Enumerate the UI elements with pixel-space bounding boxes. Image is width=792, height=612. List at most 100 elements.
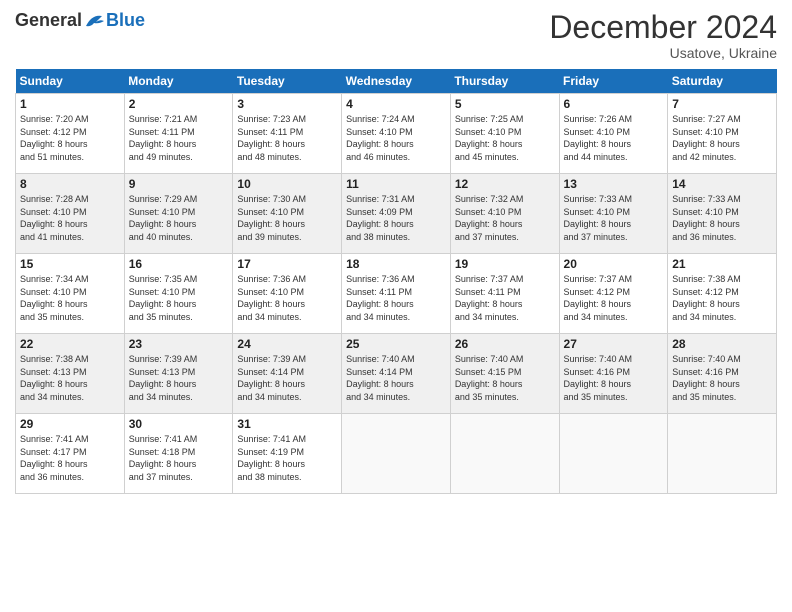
cell-info: Sunrise: 7:36 AMSunset: 4:11 PMDaylight:…	[346, 273, 446, 323]
cell-info: Sunrise: 7:36 AMSunset: 4:10 PMDaylight:…	[237, 273, 337, 323]
day-number: 12	[455, 177, 555, 191]
day-number: 29	[20, 417, 120, 431]
day-number: 30	[129, 417, 229, 431]
header-thursday: Thursday	[450, 69, 559, 94]
cell-info: Sunrise: 7:38 AMSunset: 4:12 PMDaylight:…	[672, 273, 772, 323]
day-number: 10	[237, 177, 337, 191]
calendar-cell: 8 Sunrise: 7:28 AMSunset: 4:10 PMDaylight…	[16, 174, 125, 254]
calendar-cell: 20 Sunrise: 7:37 AMSunset: 4:12 PMDayligh…	[559, 254, 668, 334]
cell-info: Sunrise: 7:31 AMSunset: 4:09 PMDaylight:…	[346, 193, 446, 243]
calendar-cell: 1 Sunrise: 7:20 AMSunset: 4:12 PMDaylight…	[16, 94, 125, 174]
calendar-cell: 31 Sunrise: 7:41 AMSunset: 4:19 PMDayligh…	[233, 414, 342, 494]
calendar-cell: 11 Sunrise: 7:31 AMSunset: 4:09 PMDayligh…	[342, 174, 451, 254]
calendar-cell: 15 Sunrise: 7:34 AMSunset: 4:10 PMDayligh…	[16, 254, 125, 334]
header: General Blue December 2024 Usatove, Ukra…	[15, 10, 777, 61]
calendar-cell: 7 Sunrise: 7:27 AMSunset: 4:10 PMDaylight…	[668, 94, 777, 174]
day-number: 20	[564, 257, 664, 271]
calendar-cell: 17 Sunrise: 7:36 AMSunset: 4:10 PMDayligh…	[233, 254, 342, 334]
day-number: 16	[129, 257, 229, 271]
day-number: 8	[20, 177, 120, 191]
calendar-cell: 13 Sunrise: 7:33 AMSunset: 4:10 PMDayligh…	[559, 174, 668, 254]
day-number: 19	[455, 257, 555, 271]
cell-info: Sunrise: 7:40 AMSunset: 4:14 PMDaylight:…	[346, 353, 446, 403]
day-number: 2	[129, 97, 229, 111]
cell-info: Sunrise: 7:26 AMSunset: 4:10 PMDaylight:…	[564, 113, 664, 163]
day-number: 5	[455, 97, 555, 111]
header-wednesday: Wednesday	[342, 69, 451, 94]
week-row-4: 22Sunrise: 7:38 AMSunset: 4:13 PMDayligh…	[16, 334, 777, 414]
cell-info: Sunrise: 7:37 AMSunset: 4:11 PMDaylight:…	[455, 273, 555, 323]
day-number: 23	[129, 337, 229, 351]
day-number: 7	[672, 97, 772, 111]
header-sunday: Sunday	[16, 69, 125, 94]
day-number: 11	[346, 177, 446, 191]
calendar-cell: 25 Sunrise: 7:40 AMSunset: 4:14 PMDayligh…	[342, 334, 451, 414]
cell-info: Sunrise: 7:40 AMSunset: 4:16 PMDaylight:…	[564, 353, 664, 403]
day-number: 15	[20, 257, 120, 271]
calendar-cell: 29 Sunrise: 7:41 AMSunset: 4:17 PMDayligh…	[16, 414, 125, 494]
cell-info: Sunrise: 7:41 AMSunset: 4:19 PMDaylight:…	[237, 433, 337, 483]
logo-general-text: General	[15, 10, 82, 31]
cell-info: Sunrise: 7:21 AMSunset: 4:11 PMDaylight:…	[129, 113, 229, 163]
calendar-cell: 24Sunrise: 7:39 AMSunset: 4:14 PMDayligh…	[233, 334, 342, 414]
calendar-cell: 27 Sunrise: 7:40 AMSunset: 4:16 PMDayligh…	[559, 334, 668, 414]
cell-info: Sunrise: 7:25 AMSunset: 4:10 PMDaylight:…	[455, 113, 555, 163]
cell-info: Sunrise: 7:20 AMSunset: 4:12 PMDaylight:…	[20, 113, 120, 163]
cell-info: Sunrise: 7:28 AMSunset: 4:10 PMDaylight:…	[20, 193, 120, 243]
cell-info: Sunrise: 7:37 AMSunset: 4:12 PMDaylight:…	[564, 273, 664, 323]
calendar-table: Sunday Monday Tuesday Wednesday Thursday…	[15, 69, 777, 494]
header-friday: Friday	[559, 69, 668, 94]
day-number: 14	[672, 177, 772, 191]
cell-info: Sunrise: 7:41 AMSunset: 4:17 PMDaylight:…	[20, 433, 120, 483]
day-number: 13	[564, 177, 664, 191]
week-row-5: 29 Sunrise: 7:41 AMSunset: 4:17 PMDayligh…	[16, 414, 777, 494]
day-number: 21	[672, 257, 772, 271]
calendar-cell: 6Sunrise: 7:26 AMSunset: 4:10 PMDaylight…	[559, 94, 668, 174]
calendar-cell: 14 Sunrise: 7:33 AMSunset: 4:10 PMDayligh…	[668, 174, 777, 254]
cell-info: Sunrise: 7:33 AMSunset: 4:10 PMDaylight:…	[564, 193, 664, 243]
cell-info: Sunrise: 7:27 AMSunset: 4:10 PMDaylight:…	[672, 113, 772, 163]
calendar-cell: 4 Sunrise: 7:24 AMSunset: 4:10 PMDaylight…	[342, 94, 451, 174]
cell-info: Sunrise: 7:32 AMSunset: 4:10 PMDaylight:…	[455, 193, 555, 243]
calendar-cell: 18 Sunrise: 7:36 AMSunset: 4:11 PMDayligh…	[342, 254, 451, 334]
calendar-cell: 23 Sunrise: 7:39 AMSunset: 4:13 PMDayligh…	[124, 334, 233, 414]
day-number: 3	[237, 97, 337, 111]
calendar-cell	[559, 414, 668, 494]
cell-info: Sunrise: 7:40 AMSunset: 4:15 PMDaylight:…	[455, 353, 555, 403]
day-number: 25	[346, 337, 446, 351]
calendar-cell: 5 Sunrise: 7:25 AMSunset: 4:10 PMDaylight…	[450, 94, 559, 174]
calendar-cell: 10Sunrise: 7:30 AMSunset: 4:10 PMDayligh…	[233, 174, 342, 254]
cell-info: Sunrise: 7:29 AMSunset: 4:10 PMDaylight:…	[129, 193, 229, 243]
calendar-cell: 21 Sunrise: 7:38 AMSunset: 4:12 PMDayligh…	[668, 254, 777, 334]
calendar-cell: 16 Sunrise: 7:35 AMSunset: 4:10 PMDayligh…	[124, 254, 233, 334]
cell-info: Sunrise: 7:33 AMSunset: 4:10 PMDaylight:…	[672, 193, 772, 243]
day-number: 17	[237, 257, 337, 271]
week-row-1: 1 Sunrise: 7:20 AMSunset: 4:12 PMDaylight…	[16, 94, 777, 174]
cell-info: Sunrise: 7:39 AMSunset: 4:13 PMDaylight:…	[129, 353, 229, 403]
calendar-cell: 22Sunrise: 7:38 AMSunset: 4:13 PMDayligh…	[16, 334, 125, 414]
day-number: 1	[20, 97, 120, 111]
calendar-cell	[342, 414, 451, 494]
day-number: 28	[672, 337, 772, 351]
calendar-cell: 28 Sunrise: 7:40 AMSunset: 4:16 PMDayligh…	[668, 334, 777, 414]
day-number: 18	[346, 257, 446, 271]
cell-info: Sunrise: 7:34 AMSunset: 4:10 PMDaylight:…	[20, 273, 120, 323]
day-number: 27	[564, 337, 664, 351]
header-monday: Monday	[124, 69, 233, 94]
logo-blue-text: Blue	[106, 10, 145, 31]
location-subtitle: Usatove, Ukraine	[549, 45, 777, 61]
calendar-cell: 26Sunrise: 7:40 AMSunset: 4:15 PMDayligh…	[450, 334, 559, 414]
cell-info: Sunrise: 7:24 AMSunset: 4:10 PMDaylight:…	[346, 113, 446, 163]
calendar-cell: 3Sunrise: 7:23 AMSunset: 4:11 PMDaylight…	[233, 94, 342, 174]
day-number: 31	[237, 417, 337, 431]
day-number: 24	[237, 337, 337, 351]
day-number: 22	[20, 337, 120, 351]
calendar-cell	[450, 414, 559, 494]
days-header-row: Sunday Monday Tuesday Wednesday Thursday…	[16, 69, 777, 94]
week-row-2: 8 Sunrise: 7:28 AMSunset: 4:10 PMDaylight…	[16, 174, 777, 254]
cell-info: Sunrise: 7:35 AMSunset: 4:10 PMDaylight:…	[129, 273, 229, 323]
cell-info: Sunrise: 7:40 AMSunset: 4:16 PMDaylight:…	[672, 353, 772, 403]
day-number: 9	[129, 177, 229, 191]
header-saturday: Saturday	[668, 69, 777, 94]
day-number: 4	[346, 97, 446, 111]
